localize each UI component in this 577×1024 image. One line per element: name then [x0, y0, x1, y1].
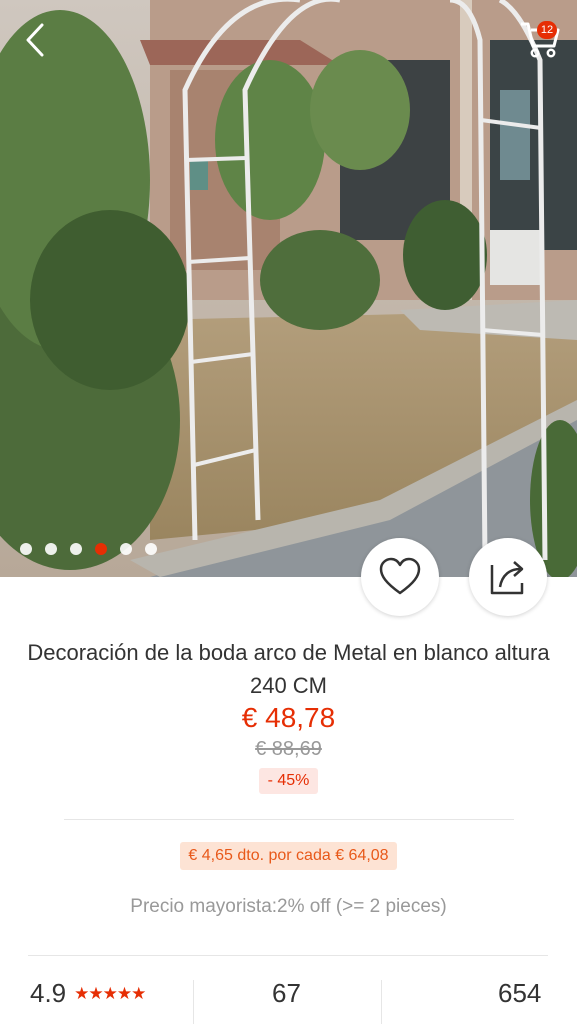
stats-separator: [193, 980, 194, 1024]
rating-stat[interactable]: 4.9 ★★★★★: [30, 978, 146, 1009]
cart-count-badge: 12: [537, 21, 557, 39]
wholesale-price: Precio mayorista:2% off (>= 2 pieces): [130, 896, 447, 917]
gallery-dot-active[interactable]: [95, 543, 107, 555]
gallery-dot[interactable]: [145, 543, 157, 555]
share-icon: [490, 561, 524, 595]
divider: [64, 819, 514, 820]
product-title: Decoración de la boda arco de Metal en b…: [27, 640, 550, 698]
gallery-indicator: [20, 543, 157, 555]
share-button[interactable]: [469, 538, 547, 616]
wishlist-count[interactable]: 654: [498, 978, 541, 1009]
coupon-container: € 4,65 dto. por cada € 64,08: [0, 842, 577, 870]
rating-value: 4.9: [30, 978, 67, 1008]
coupon-badge[interactable]: € 4,65 dto. por cada € 64,08: [180, 842, 397, 870]
orders-count[interactable]: 67: [272, 978, 301, 1009]
sale-price: € 48,78: [241, 702, 336, 733]
divider: [28, 955, 548, 956]
chevron-left-icon: [26, 23, 44, 57]
gallery-dot[interactable]: [20, 543, 32, 555]
product-image[interactable]: [0, 0, 577, 577]
star-rating-icon: ★★★★★: [74, 983, 146, 1003]
back-button[interactable]: [20, 22, 54, 58]
wishlist-button[interactable]: [361, 538, 439, 616]
stats-separator: [381, 980, 382, 1024]
discount-badge: - 45%: [258, 768, 319, 794]
stats-bar: 4.9 ★★★★★ 67 654: [0, 978, 577, 1024]
heart-icon: [379, 557, 421, 595]
original-price: € 88,69: [255, 738, 322, 760]
discount-container: - 45%: [0, 768, 577, 794]
gallery-dot[interactable]: [120, 543, 132, 555]
product-photo: [0, 0, 577, 577]
gallery-dot[interactable]: [45, 543, 57, 555]
gallery-dot[interactable]: [70, 543, 82, 555]
